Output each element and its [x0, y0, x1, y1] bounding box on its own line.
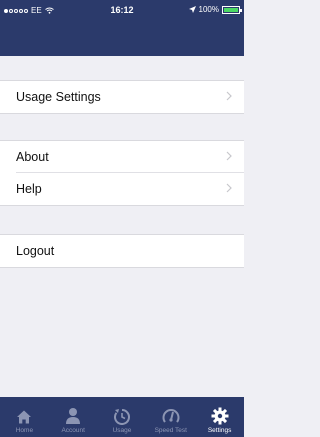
logout-row[interactable]: Logout	[0, 235, 244, 267]
battery-icon	[222, 5, 242, 14]
usage-section: Usage Settings	[0, 81, 244, 113]
gear-icon	[211, 407, 229, 425]
usage-icon	[113, 409, 130, 425]
navigation-bar	[0, 20, 244, 56]
tab-settings-label: Settings	[207, 427, 232, 434]
info-section: About Help	[0, 141, 244, 205]
tab-bar: Home Account Usage Speed Test Settings	[0, 397, 244, 437]
chevron-right-icon	[226, 183, 232, 193]
help-label: Help	[16, 182, 42, 196]
tab-home[interactable]: Home	[0, 397, 49, 437]
chevron-right-icon	[226, 151, 232, 161]
tab-settings[interactable]: Settings	[195, 397, 244, 437]
tab-account-label: Account	[61, 427, 85, 434]
home-icon	[17, 410, 32, 424]
tab-speed-test[interactable]: Speed Test	[146, 397, 195, 437]
about-row[interactable]: About	[0, 141, 244, 173]
help-row[interactable]: Help	[0, 173, 244, 205]
tab-home-label: Home	[15, 427, 34, 434]
usage-settings-row[interactable]: Usage Settings	[0, 81, 244, 113]
account-icon	[66, 408, 81, 424]
logout-label: Logout	[16, 244, 55, 258]
status-bar: EE 16:12 100%	[0, 0, 244, 20]
usage-settings-label: Usage Settings	[16, 90, 101, 104]
chevron-right-icon	[226, 91, 232, 101]
account-actions-section: Logout	[0, 235, 244, 267]
tab-speed-test-label: Speed Test	[154, 427, 187, 434]
tab-usage-label: Usage	[112, 427, 132, 434]
tab-usage[interactable]: Usage	[98, 397, 147, 437]
location-arrow-icon	[188, 6, 196, 13]
battery-percentage: 100%	[198, 5, 219, 14]
speed-test-icon	[162, 409, 180, 423]
tab-account[interactable]: Account	[49, 397, 98, 437]
about-label: About	[16, 150, 49, 164]
